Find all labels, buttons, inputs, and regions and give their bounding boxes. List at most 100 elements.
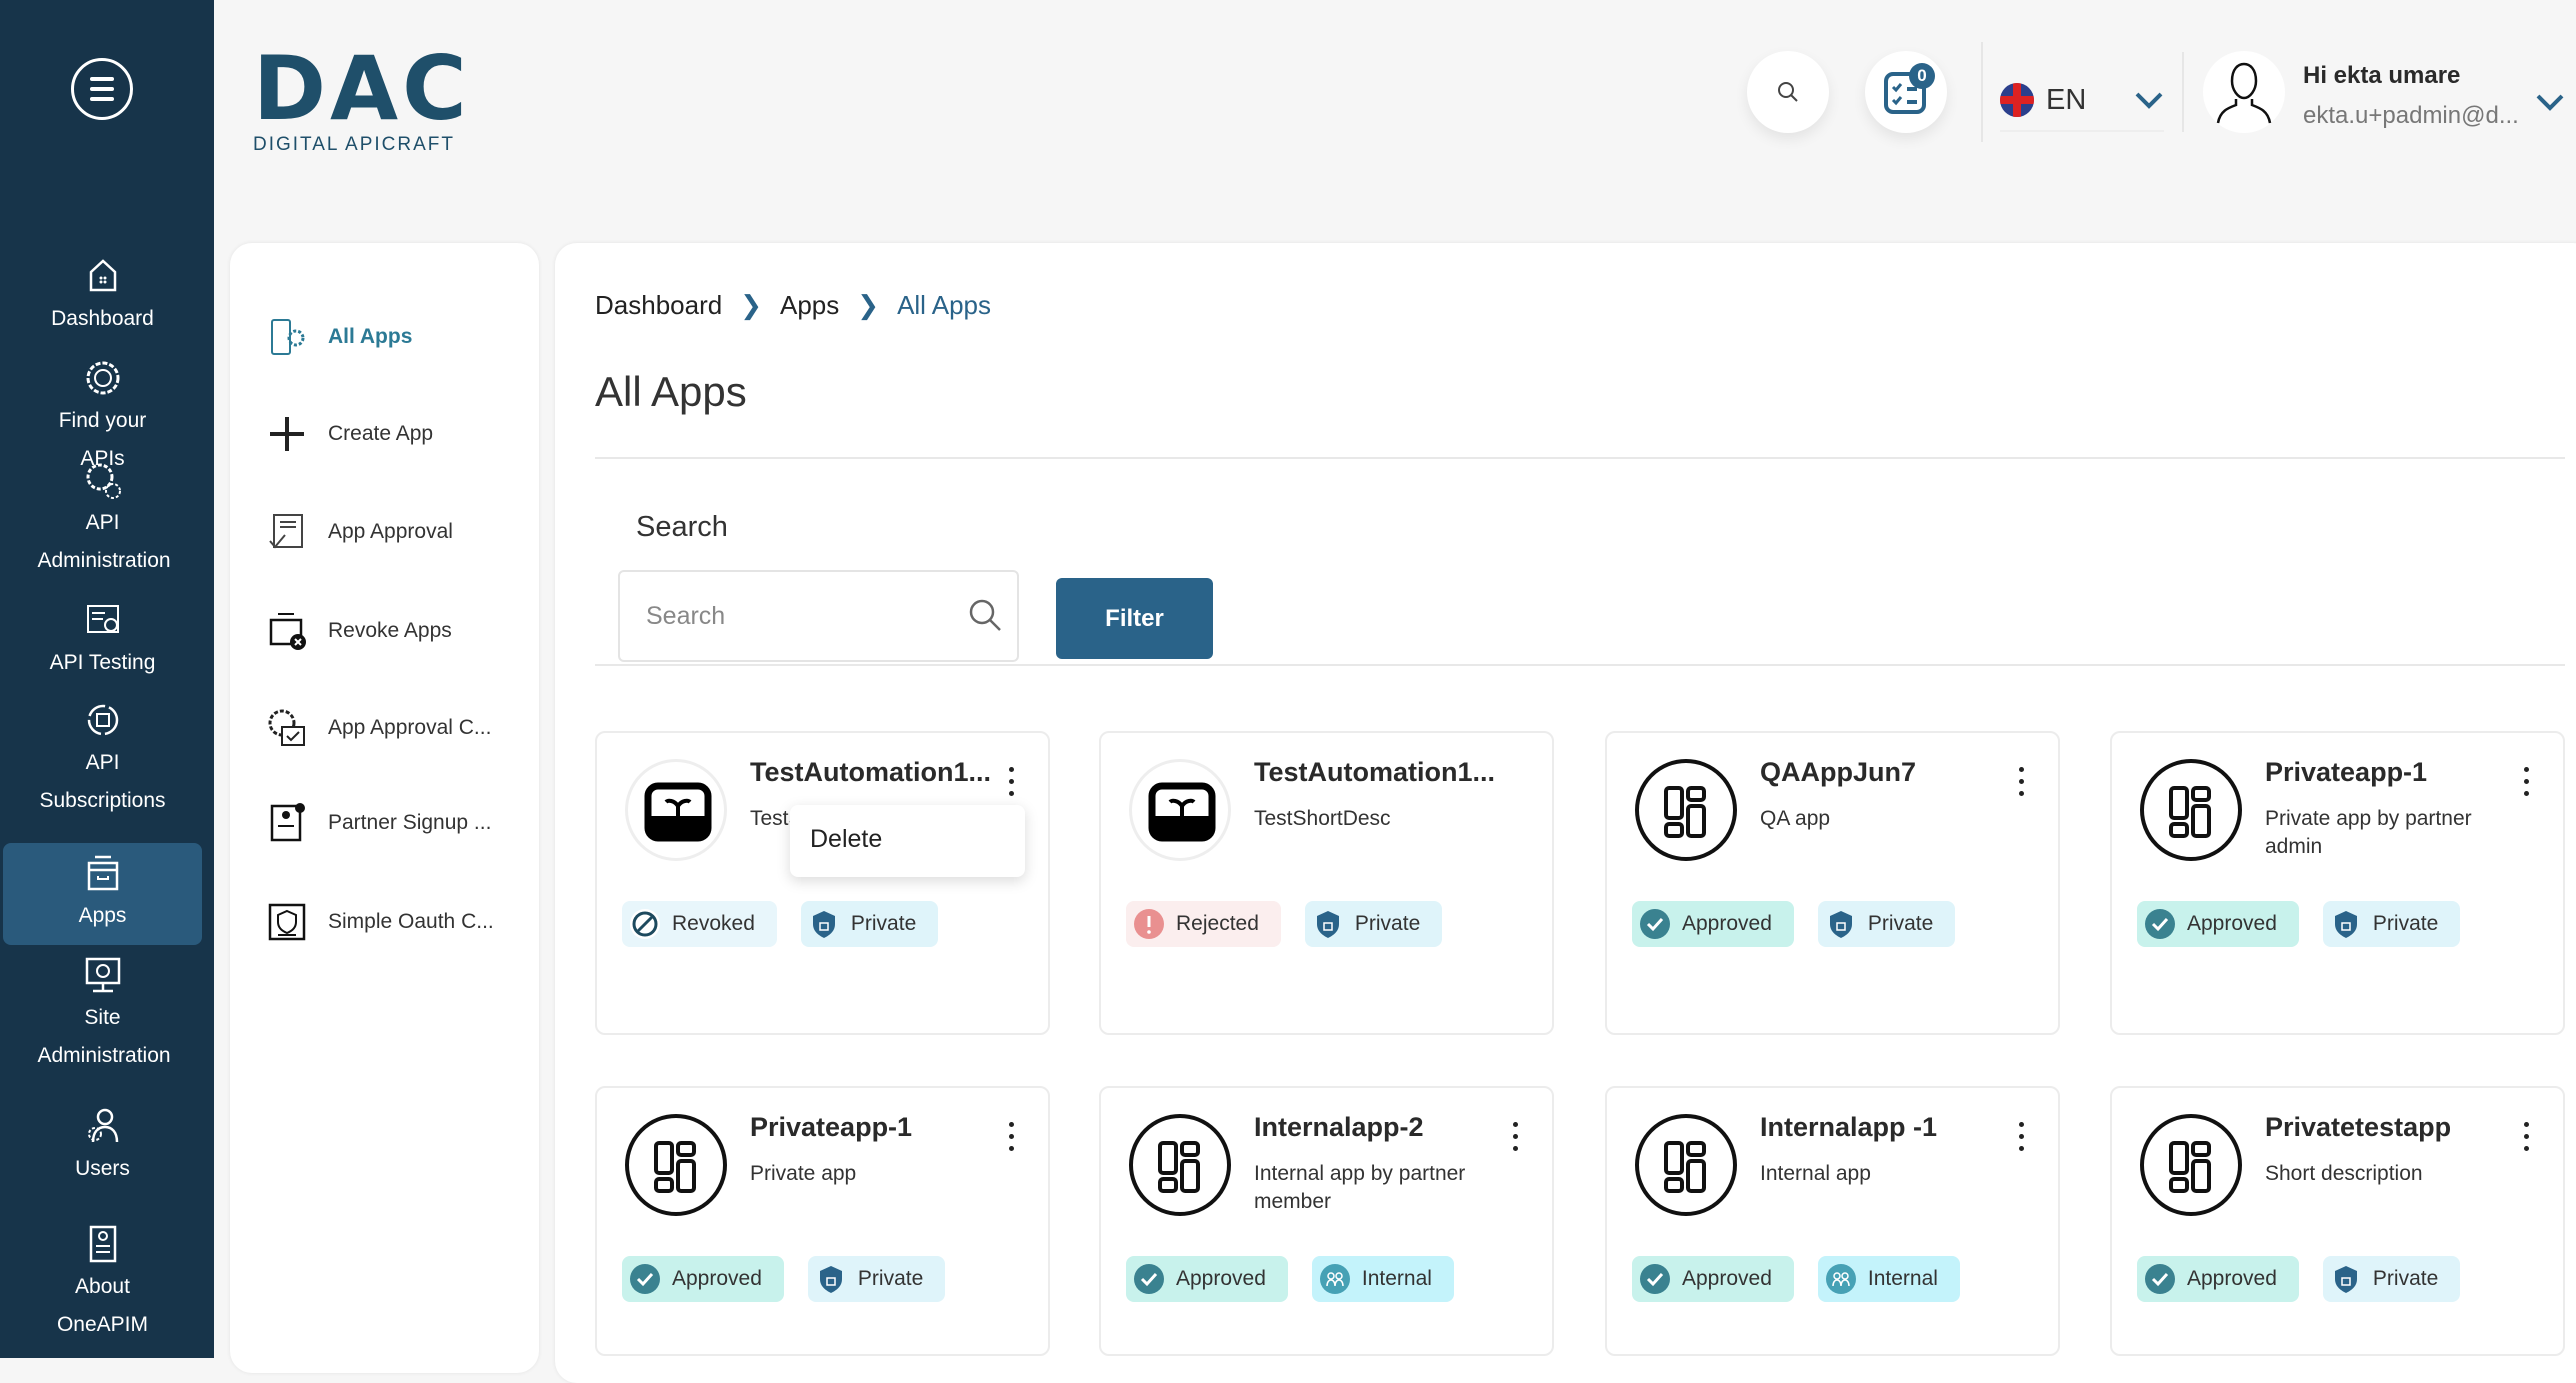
more-options-icon[interactable] <box>1001 763 1021 799</box>
app-title[interactable]: Privateapp-1 <box>2265 757 2427 788</box>
app-avatar <box>625 1114 727 1216</box>
more-options-icon[interactable] <box>2516 763 2536 799</box>
status-label: Approved <box>672 1267 762 1290</box>
alert-icon <box>1147 916 1151 934</box>
group-icon <box>1832 1272 1850 1287</box>
sidebar-item-users[interactable]: Users <box>3 1106 202 1188</box>
submenu-item-simple-oauth-c-[interactable]: Simple Oauth C... <box>266 901 494 943</box>
check-icon <box>1140 1272 1158 1287</box>
visibility-badge: Private <box>807 1256 946 1302</box>
app-description: Internal app <box>1760 1162 1871 1185</box>
app-avatar <box>625 759 727 861</box>
more-options-icon[interactable] <box>2011 1118 2031 1154</box>
breadcrumb-current: All Apps <box>897 290 992 320</box>
menu-toggle-icon[interactable] <box>71 58 133 120</box>
search-button[interactable] <box>1747 51 1829 133</box>
shield-lock-icon <box>2334 1266 2357 1293</box>
chevron-right-icon: ❯ <box>857 290 880 320</box>
uk-flag-icon <box>2000 83 2034 117</box>
submenu-item-label: Partner Signup ... <box>328 811 492 834</box>
more-options-icon[interactable] <box>2011 763 2031 799</box>
submenu-item-label: All Apps <box>328 325 413 348</box>
language-select[interactable]: EN <box>2000 70 2164 132</box>
more-options-icon[interactable] <box>1505 1118 1525 1154</box>
tasks-button[interactable]: 0 <box>1865 51 1947 133</box>
language-label: EN <box>2046 83 2087 116</box>
app-description: QA app <box>1760 807 1831 830</box>
app-card[interactable]: QAAppJun7 QA app Approved Private <box>1605 731 2060 1035</box>
submenu-item-revoke-apps[interactable]: Revoke Apps <box>266 610 452 652</box>
filter-button[interactable]: Filter <box>1056 578 1213 659</box>
app-description: Private app by partner admin <box>2265 807 2472 858</box>
app-avatar <box>1129 759 1231 861</box>
sidebar-item-api-subscriptions[interactable]: API Subscriptions <box>3 700 202 820</box>
visibility-label: Private <box>1867 912 1934 935</box>
app-avatar <box>1129 1114 1231 1216</box>
sidebar-item-dashboard[interactable]: Dashboard <box>3 256 202 338</box>
app-layout-icon <box>1664 1141 1706 1193</box>
visibility-label: Internal <box>1867 1267 1938 1290</box>
app-title[interactable]: TestAutomation1... <box>1254 757 1495 788</box>
app-card[interactable]: Internalapp -1 Internal app Approved Int… <box>1605 1086 2060 1356</box>
app-title[interactable]: TestAutomation1... <box>750 757 991 788</box>
breadcrumb-dashboard[interactable]: Dashboard <box>595 290 722 321</box>
visibility-label: Private <box>2372 1267 2439 1290</box>
users-icon <box>87 1108 118 1143</box>
home-icon <box>89 259 116 292</box>
submenu-item-partner-signup-[interactable]: Partner Signup ... <box>266 802 491 844</box>
user-avatar-icon <box>2216 62 2272 124</box>
submenu-item-all-apps[interactable]: All Apps <box>266 316 412 358</box>
user-menu[interactable]: Hi ekta umare ekta.u+padmin@d... <box>2303 62 2519 130</box>
sidebar-item-about-oneapim[interactable]: About OneAPIM <box>3 1224 202 1344</box>
status-badge: Approved <box>1632 901 1794 947</box>
submenu-item-create-app[interactable]: Create App <box>266 413 433 455</box>
sidebar-item-api-administration[interactable]: API Administration <box>3 460 202 580</box>
breadcrumb: Dashboard ❯ Apps ❯ All Apps <box>595 290 991 321</box>
testing-icon <box>86 605 119 633</box>
sidebar-item-api-testing[interactable]: API Testing <box>3 600 202 682</box>
app-card[interactable]: Privateapp-1 Private app Approved Privat… <box>595 1086 1050 1356</box>
search-icon[interactable] <box>967 597 1003 633</box>
logo[interactable]: DAC DIGITAL APICRAFT <box>253 44 471 156</box>
app-avatar <box>1635 1114 1737 1216</box>
shield-lock-icon <box>2334 911 2357 938</box>
partner-signup-icon <box>270 803 305 842</box>
app-card[interactable]: Internalapp-2 Internal app by partner me… <box>1099 1086 1554 1356</box>
app-card[interactable]: Privatetestapp Short description Approve… <box>2110 1086 2565 1356</box>
check-icon <box>636 1272 654 1287</box>
app-card[interactable]: TestAutomation1... TestShortDesc Rejecte… <box>1099 731 1554 1035</box>
app-title[interactable]: Privatetestapp <box>2265 1112 2451 1143</box>
about-icon <box>89 1225 116 1263</box>
app-card[interactable]: TestAutomation1... TestShortDesc Revoked… <box>595 731 1050 1035</box>
chevron-down-icon <box>2135 92 2163 109</box>
visibility-badge: Private <box>2322 901 2461 947</box>
sidebar-item-site-administration[interactable]: Site Administration <box>3 955 202 1075</box>
delete-menu-item[interactable]: Delete <box>810 825 1025 854</box>
breadcrumb-apps[interactable]: Apps <box>780 290 839 321</box>
more-options-icon[interactable] <box>1001 1118 1021 1154</box>
search-input[interactable] <box>618 570 1019 662</box>
visibility-badge: Private <box>800 901 939 947</box>
submenu-item-app-approval-c-[interactable]: App Approval C... <box>266 707 491 749</box>
sidebar-item-label: API Subscriptions <box>39 751 166 812</box>
app-title[interactable]: Internalapp -1 <box>1760 1112 1937 1143</box>
app-layout-icon <box>654 1141 696 1193</box>
app-card[interactable]: Privateapp-1 Private app by partner admi… <box>2110 731 2565 1035</box>
app-title[interactable]: Internalapp-2 <box>1254 1112 1424 1143</box>
submenu-item-label: Create App <box>328 422 434 445</box>
sidebar-item-label: About OneAPIM <box>56 1275 149 1336</box>
visibility-badge: Private <box>1304 901 1443 947</box>
visibility-label: Internal <box>1361 1267 1432 1290</box>
app-title[interactable]: QAAppJun7 <box>1760 757 1916 788</box>
status-label: Rejected <box>1176 912 1259 935</box>
sidebar: Dashboard Find your APIs API Administrat… <box>0 0 214 1358</box>
sidebar-item-apps[interactable]: Apps <box>3 843 202 945</box>
submenu-item-app-approval[interactable]: App Approval <box>266 511 453 553</box>
sidebar-item-label: API Testing <box>49 651 156 674</box>
task-count-badge: 0 <box>1909 63 1935 89</box>
more-options-icon[interactable] <box>2516 1118 2536 1154</box>
user-chevron-down-icon[interactable] <box>2535 92 2565 112</box>
check-icon <box>1646 917 1664 932</box>
avatar[interactable] <box>2203 51 2285 133</box>
app-title[interactable]: Privateapp-1 <box>750 1112 912 1143</box>
